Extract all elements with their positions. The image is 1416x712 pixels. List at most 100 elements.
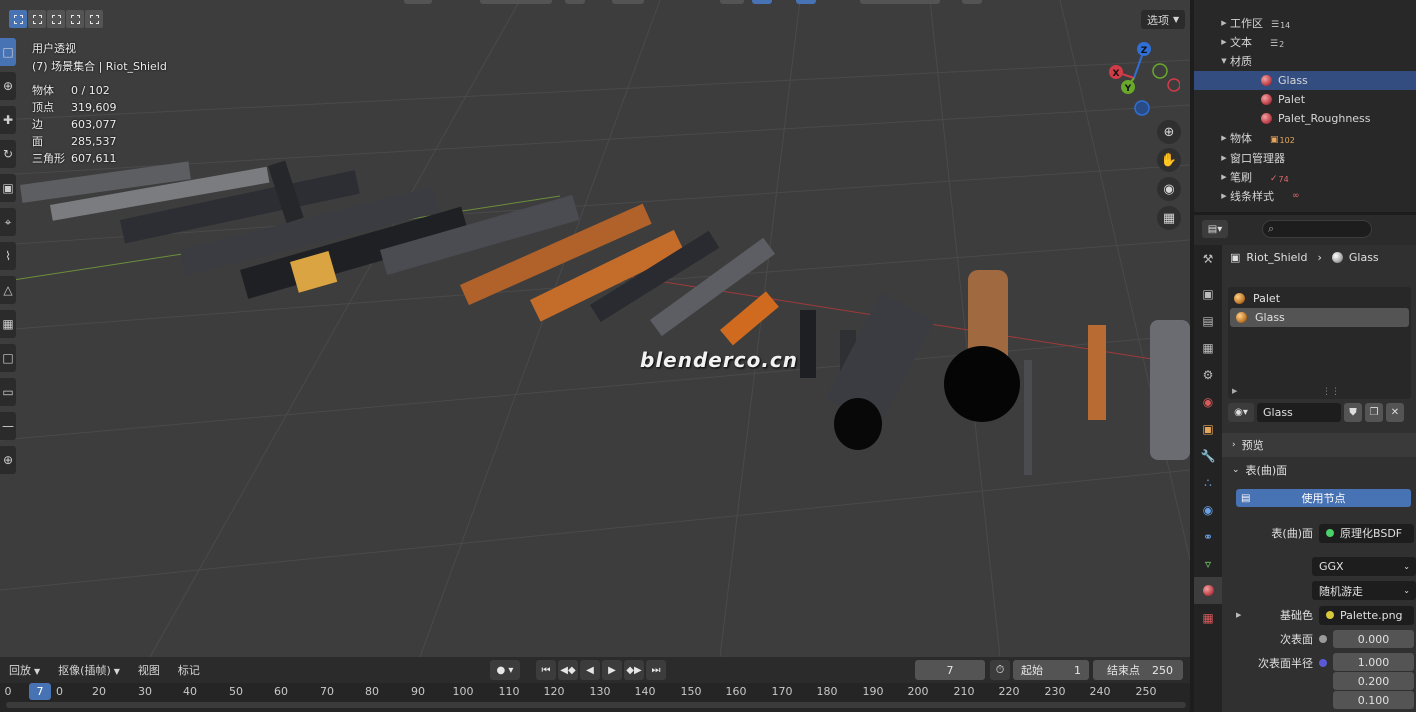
play-icon[interactable]: ▶ — [602, 660, 622, 680]
data-tab-icon[interactable]: ▿ — [1194, 550, 1222, 577]
constraints-tab-icon[interactable]: ⚭ — [1194, 523, 1222, 550]
outliner-item-window-managers[interactable]: ▶ 窗口管理器 — [1194, 148, 1416, 167]
subsurface-radius-y-field[interactable]: 0.200 — [1333, 672, 1414, 690]
end-frame-field[interactable]: 结束点 250 — [1093, 660, 1183, 680]
fake-user-shield-icon[interactable]: ⛊ — [1344, 403, 1362, 422]
outliner-item-palet[interactable]: Palet — [1194, 90, 1416, 109]
start-frame-field[interactable]: 起始 1 — [1013, 660, 1089, 680]
expand-arrow-icon[interactable]: ▶ — [1236, 611, 1241, 619]
jump-start-icon[interactable]: ⏮ — [536, 660, 556, 680]
expand-arrow-icon[interactable]: ▶ — [1218, 19, 1230, 27]
editor-type-dropdown[interactable]: ▤▾ — [1202, 220, 1228, 238]
header-chip[interactable] — [752, 0, 772, 4]
header-chip[interactable] — [565, 0, 585, 4]
shading-mode-group[interactable] — [860, 0, 940, 4]
render-tab-icon[interactable]: ▣ — [1194, 280, 1222, 307]
texture-tab-icon[interactable]: ▦ — [1194, 604, 1222, 631]
add-cube-tool[interactable]: ▦ — [0, 310, 16, 338]
bevel-tool[interactable]: — — [0, 412, 16, 440]
header-chip[interactable] — [720, 0, 744, 4]
rotate-tool[interactable]: ↻ — [0, 140, 16, 168]
measure-tool[interactable]: △ — [0, 276, 16, 304]
outliner-item-glass[interactable]: Glass — [1194, 71, 1416, 90]
outliner-item-workspaces[interactable]: ▶ 工作区 ☰ 14 — [1194, 13, 1416, 32]
extrude-tool[interactable]: □ — [0, 344, 16, 372]
auto-keying-toggle[interactable]: ● ▾ — [490, 660, 520, 680]
frame-ruler[interactable]: 0 0 7 20 30 40 50 60 70 80 90 100 110 12… — [0, 683, 1190, 701]
expand-arrow-icon[interactable]: ▶ — [1218, 192, 1230, 200]
surface-shader-field[interactable]: 原理化BSDF — [1319, 523, 1414, 543]
perspective-grid-icon[interactable]: ▦ — [1157, 206, 1181, 230]
header-chip[interactable] — [480, 0, 552, 4]
use-nodes-button[interactable]: ▤ 使用节点 — [1236, 489, 1411, 507]
physics-tab-icon[interactable]: ◉ — [1194, 496, 1222, 523]
tool-tab-icon[interactable]: ⚒ — [1194, 245, 1222, 272]
keying-menu[interactable]: 抠像(插帧) ▼ — [49, 662, 129, 678]
inset-tool[interactable]: ▭ — [0, 378, 16, 406]
select-subtract-mode-button[interactable] — [47, 10, 65, 28]
expand-arrow-icon[interactable]: ▶ — [1218, 134, 1230, 142]
navigation-gizmo[interactable]: Z X Y — [1104, 38, 1180, 118]
spin-tool[interactable]: ⊕ — [0, 446, 16, 474]
move-tool[interactable]: ✚ — [0, 106, 16, 134]
subsurface-method-dropdown[interactable]: 随机游走 ⌄ — [1312, 581, 1416, 600]
select-extend-mode-button[interactable] — [28, 10, 46, 28]
browse-material-button[interactable]: ◉▾ — [1228, 403, 1254, 422]
outliner-item-palet-roughness[interactable]: Palet_Roughness — [1194, 109, 1416, 128]
stopwatch-icon[interactable]: ⏱ — [990, 660, 1010, 680]
select-intersect-mode-button[interactable] — [85, 10, 103, 28]
cursor-tool[interactable]: ⊕ — [0, 72, 16, 100]
duplicate-material-icon[interactable]: ❐ — [1365, 403, 1383, 422]
outliner-item-objects[interactable]: ▶ 物体 ▣ 102 — [1194, 128, 1416, 147]
base-color-field[interactable]: Palette.png — [1319, 605, 1414, 625]
scene-tab-icon[interactable]: ⚙ — [1194, 361, 1222, 388]
subsurface-radius-z-field[interactable]: 0.100 — [1333, 691, 1414, 709]
expand-arrow-icon[interactable]: ▶ — [1232, 387, 1237, 395]
pan-hand-icon[interactable]: ✋ — [1157, 148, 1181, 172]
surface-panel-header[interactable]: ⌄ 表(曲)面 — [1222, 458, 1416, 482]
expand-arrow-icon[interactable]: ▶ — [1218, 154, 1230, 162]
play-reverse-icon[interactable]: ◀ — [580, 660, 600, 680]
marker-menu[interactable]: 标记 — [169, 662, 209, 678]
current-frame-field[interactable]: 7 — [915, 660, 985, 680]
playback-menu[interactable]: 回放 ▼ — [0, 662, 49, 678]
view-menu[interactable]: 视图 — [129, 662, 169, 678]
gizmo-neg-x-axis[interactable] — [1167, 78, 1180, 92]
scale-tool[interactable]: ▣ — [0, 174, 16, 202]
header-chip[interactable] — [796, 0, 816, 4]
subsurface-radius-x-field[interactable]: 1.000 — [1333, 653, 1414, 671]
unlink-close-icon[interactable]: ✕ — [1386, 403, 1404, 422]
camera-icon[interactable]: ◉ — [1157, 177, 1181, 201]
3d-viewport[interactable]: 选项 ▼ □ ⊕ ✚ ↻ ▣ ⌖ ⌇ △ ▦ □ ▭ — ⊕ 用户透视 (7) … — [0, 0, 1190, 657]
object-tab-icon[interactable]: ▣ — [1194, 415, 1222, 442]
properties-search-input[interactable]: ⌕ — [1262, 220, 1372, 238]
gizmo-neg-y-axis[interactable] — [1152, 63, 1168, 79]
timeline-scrollbar[interactable] — [6, 702, 1186, 708]
view-layer-tab-icon[interactable]: ▦ — [1194, 334, 1222, 361]
header-chip[interactable] — [404, 0, 432, 4]
material-slot[interactable]: Glass — [1230, 308, 1409, 327]
select-invert-mode-button[interactable] — [66, 10, 84, 28]
jump-prev-keyframe-icon[interactable]: ◀◆ — [558, 660, 578, 680]
gizmo-neg-z-axis[interactable] — [1134, 100, 1150, 116]
header-chip[interactable] — [962, 0, 982, 4]
world-tab-icon[interactable]: ◉ — [1194, 388, 1222, 415]
resize-handle-icon[interactable]: ⋮⋮ — [1322, 387, 1340, 397]
output-tab-icon[interactable]: ▤ — [1194, 307, 1222, 334]
expand-arrow-icon[interactable]: ▶ — [1218, 38, 1230, 46]
select-new-mode-button[interactable] — [9, 10, 27, 28]
modifier-tab-icon[interactable]: 🔧 — [1194, 442, 1222, 469]
transform-tool[interactable]: ⌖ — [0, 208, 16, 236]
preview-panel-header[interactable]: › 预览 — [1222, 433, 1416, 457]
distribution-dropdown[interactable]: GGX ⌄ — [1312, 557, 1416, 576]
expand-arrow-icon[interactable]: ▶ — [1218, 173, 1230, 181]
zoom-icon[interactable]: ⊕ — [1157, 120, 1181, 144]
select-box-tool[interactable]: □ — [0, 38, 16, 66]
playhead[interactable]: 7 — [29, 683, 51, 700]
material-tab-icon[interactable] — [1194, 577, 1222, 604]
outliner-item-texts[interactable]: ▶ 文本 ☰ 2 — [1194, 32, 1416, 51]
particles-tab-icon[interactable]: ∴ — [1194, 469, 1222, 496]
outliner-item-materials[interactable]: ▼ 材质 — [1194, 51, 1416, 70]
header-chip[interactable] — [612, 0, 644, 4]
material-name-field[interactable]: Glass — [1257, 403, 1341, 422]
